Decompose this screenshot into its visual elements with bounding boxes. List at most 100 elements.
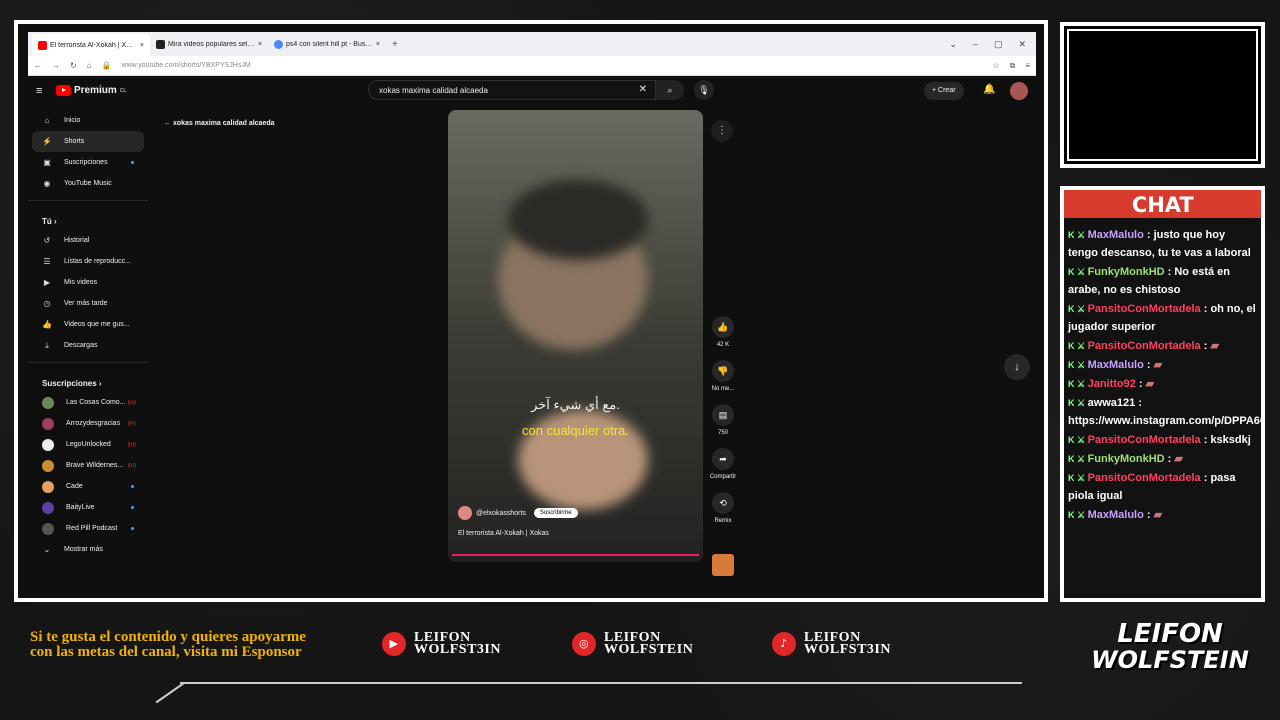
you-header[interactable]: Tú › [28,207,148,230]
sidebar-subscription[interactable]: Brave Wildernes... ((•)) [28,455,148,476]
channel-avatar [42,501,54,514]
sidebar-subscription[interactable]: Red Pill Podcast [28,518,148,539]
youtube-logo[interactable]: Premium CL [56,85,126,96]
maximize-icon[interactable]: ▢ [994,39,1003,50]
thumbs-down-icon[interactable]: 👎 [712,360,734,382]
sidebar-subscription[interactable]: LegoUnlocked ((•)) [28,434,148,455]
star-icon[interactable]: ☆ [992,61,999,70]
sidebar-subscription[interactable]: Las Cosas Como... ((•)) [28,392,148,413]
search-input[interactable]: xokas maxima calidad alcaeda ✕ [368,80,656,100]
chat-message: K ⚔ Janitto92 : ▰ [1068,375,1257,393]
sidebar-item-suscripciones[interactable]: ▣ Suscripciones [28,152,148,173]
short-video-player[interactable]: مع أي شيء آخر. con cualquier otra. @elxo… [448,110,703,562]
comment-icon[interactable]: ▤ [712,404,734,426]
subtitle-arabic: مع أي شيء آخر. [531,397,620,412]
sidebar-item-label: Suscripciones [64,159,108,166]
home-icon[interactable]: ⌂ [87,61,92,70]
sidebar-item-youtube-music[interactable]: ◉ YouTube Music [28,173,148,194]
sidebar-subscription[interactable]: Arrozydesgracias ((•)) [28,413,148,434]
menu-icon[interactable]: ≡ [1025,61,1030,70]
channel-avatar [42,438,54,451]
back-to-search-button[interactable]: ← xokas maxima calidad alcaeda [164,120,275,127]
voice-search-button[interactable]: 🎙 [694,80,714,100]
chat-separator: : [1164,453,1175,465]
minimize-icon[interactable]: – [973,39,978,50]
action-remix[interactable]: ⟲ Remix [708,492,738,524]
remix-icon[interactable]: ⟲ [712,492,734,514]
extensions-icon[interactable]: ⧉ [1010,61,1016,71]
badge-icon: K ⚔ [1068,435,1088,445]
tab-3[interactable]: ps4 con silent hill pt - Buscar co× [268,34,386,54]
chat-username: FunkyMonkHD [1087,453,1165,465]
hamburger-icon[interactable]: ≡ [36,85,42,97]
sidebar-item-shorts[interactable]: ⚡ Shorts [32,131,144,152]
chat-message: K ⚔ MaxMalulo : ▰ [1068,356,1257,374]
short-title[interactable]: El terrorista Al-Xokah | Xokas [458,530,549,537]
tab-label: Mira videos populares seleccion [168,40,255,48]
sidebar-item-you-1[interactable]: ☰ Listas de reproducc... [28,251,148,272]
subscription-label: LegoUnlocked [66,441,111,448]
close-icon[interactable]: × [140,42,144,49]
tab-active[interactable]: El terrorista Al-Xokah | Xokas × [32,34,150,56]
reload-icon[interactable]: ↻ [70,61,77,70]
next-short-button[interactable]: ↓ [1004,354,1030,380]
chevron-down-icon[interactable]: ⌄ [949,39,957,50]
badge-icon: K ⚔ [1068,360,1088,370]
chat-separator: : [1200,340,1211,352]
new-tab-icon[interactable]: + [386,39,404,50]
action-comment[interactable]: ▤ 750 [708,404,738,436]
back-icon[interactable]: ← [34,61,42,70]
notifications-icon[interactable]: 🔔 [983,84,995,95]
sidebar-item-you-0[interactable]: ↺ Historial [28,230,148,251]
thumbs-up-icon[interactable]: 👍 [712,316,734,338]
close-window-icon[interactable]: ✕ [1018,39,1026,50]
forward-icon[interactable]: → [52,61,60,70]
chat-username: MaxMalulo [1087,509,1144,521]
social-tiktok: ♪ LEIFON WOLFST3IN [772,631,891,657]
sidebar-item-label: Videos que me gus... [64,321,130,328]
action-label: 750 [717,430,728,436]
social-line2: WOLFST3IN [804,642,891,657]
chat-panel: CHAT K ⚔ MaxMalulo : justo que hoy tengo… [1060,186,1265,602]
badge-icon: K ⚔ [1068,454,1088,464]
avatar[interactable] [1010,82,1028,100]
search-button[interactable]: ⌕ [656,80,684,100]
chat-message: K ⚔ MaxMalulo : justo que hoy tengo desc… [1068,226,1257,262]
live-indicator: ((•)) [127,462,136,469]
subtitle-spanish: con cualquier otra. [522,423,629,438]
subscriptions-header[interactable]: Suscripciones › [28,369,148,392]
tab-2[interactable]: Mira videos populares seleccion× [150,34,268,54]
address-field[interactable]: www.youtube.com/shorts/YBXPYSJHsJM [122,62,983,69]
show-more-button[interactable]: ⌄ Mostrar más [28,539,148,560]
sidebar-subscription[interactable]: Cade [28,476,148,497]
close-icon[interactable]: × [376,41,380,48]
channel-name[interactable]: @elxokasshorts [476,510,526,517]
sidebar-item-you-4[interactable]: 👍 Videos que me gus... [28,314,148,335]
action-thumbs-up[interactable]: 👍 42 K [708,316,738,348]
stream-overlay: El terrorista Al-Xokah | Xokas × Mira vid… [0,0,1280,720]
unread-dot [131,527,134,530]
share-icon[interactable]: ➦ [712,448,734,470]
action-thumbs-down[interactable]: 👎 No me... [708,360,738,392]
sound-thumbnail[interactable] [712,554,734,576]
channel-avatar[interactable] [458,506,472,520]
action-share[interactable]: ➦ Compartir [708,448,738,480]
sidebar-item-you-5[interactable]: ⤓ Descargas [28,335,148,356]
sidebar-subscription[interactable]: BaityLive [28,497,148,518]
chat-username: FunkyMonkHD [1087,266,1165,278]
subscribe-button[interactable]: Suscribirme [533,508,578,518]
sidebar: ⌂ Inicio ⚡ Shorts ▣ Suscripciones ◉ YouTube Mus… [28,110,148,560]
chat-message: K ⚔ FunkyMonkHD : No está en arabe, no e… [1068,263,1257,299]
close-icon[interactable]: × [258,41,262,48]
clear-search-icon[interactable]: ✕ [639,84,647,95]
subscription-label: Red Pill Podcast [66,525,118,532]
progress-bar[interactable] [452,554,699,556]
sidebar-item-you-2[interactable]: ▶ Mis videos [28,272,148,293]
download-icon: ⤓ [45,340,49,350]
more-options-icon[interactable]: ⋮ [711,120,733,142]
subscriptions-header-label: Suscripciones [42,379,97,388]
create-button[interactable]: + Crear [924,82,964,100]
lock-icon[interactable]: 🔒 [102,61,112,70]
sidebar-item-you-3[interactable]: ◷ Ver más tarde [28,293,148,314]
sidebar-item-inicio[interactable]: ⌂ Inicio [28,110,148,131]
